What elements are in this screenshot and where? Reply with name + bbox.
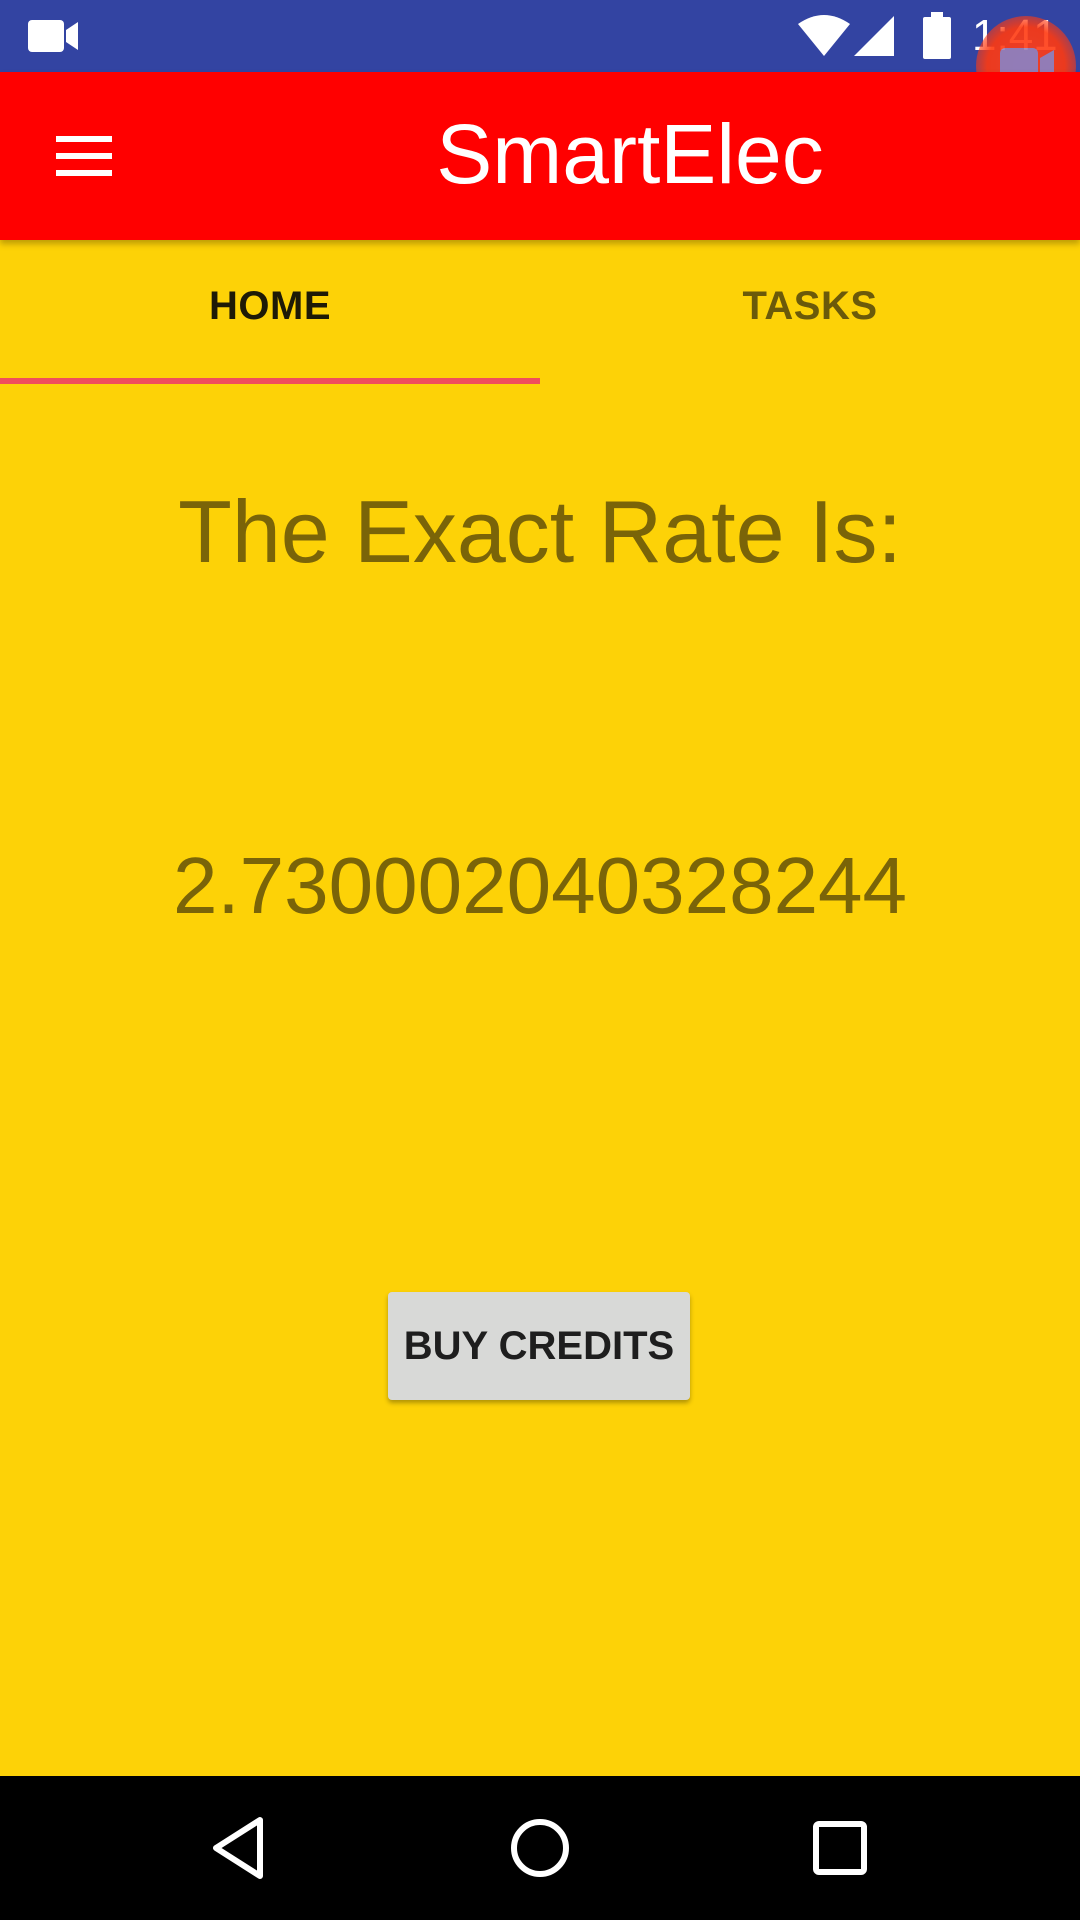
tab-bar: HOME TASKS bbox=[0, 240, 1080, 384]
back-icon[interactable] bbox=[196, 1804, 284, 1892]
app-toolbar: SmartElec bbox=[0, 72, 1080, 240]
tab-tasks[interactable]: TASKS bbox=[540, 240, 1080, 384]
hamburger-bar-middle bbox=[56, 153, 112, 159]
system-navigation-bar bbox=[0, 1776, 1080, 1920]
wifi-icon bbox=[798, 15, 850, 56]
video-camera-icon bbox=[28, 20, 78, 52]
battery-icon bbox=[923, 12, 951, 59]
navigation-menu-button[interactable] bbox=[40, 116, 128, 196]
app-screen: 1:41 SmartElec HOME TASKS The Exact Rate… bbox=[0, 0, 1080, 1920]
cell-signal-icon bbox=[854, 16, 894, 56]
hamburger-bar-bottom bbox=[56, 170, 112, 176]
recent-apps-icon[interactable] bbox=[796, 1804, 884, 1892]
hamburger-menu-icon bbox=[56, 136, 112, 142]
app-title: SmartElec bbox=[436, 107, 824, 201]
rate-value: 2.730002040328244 bbox=[172, 841, 908, 930]
status-bar: 1:41 bbox=[0, 0, 1080, 72]
buy-credits-button[interactable]: BUY CREDITS bbox=[388, 1292, 690, 1400]
tab-home[interactable]: HOME bbox=[0, 240, 540, 384]
rate-heading: The Exact Rate Is: bbox=[178, 482, 902, 581]
tab-selected-indicator bbox=[0, 378, 540, 384]
home-icon[interactable] bbox=[496, 1804, 584, 1892]
